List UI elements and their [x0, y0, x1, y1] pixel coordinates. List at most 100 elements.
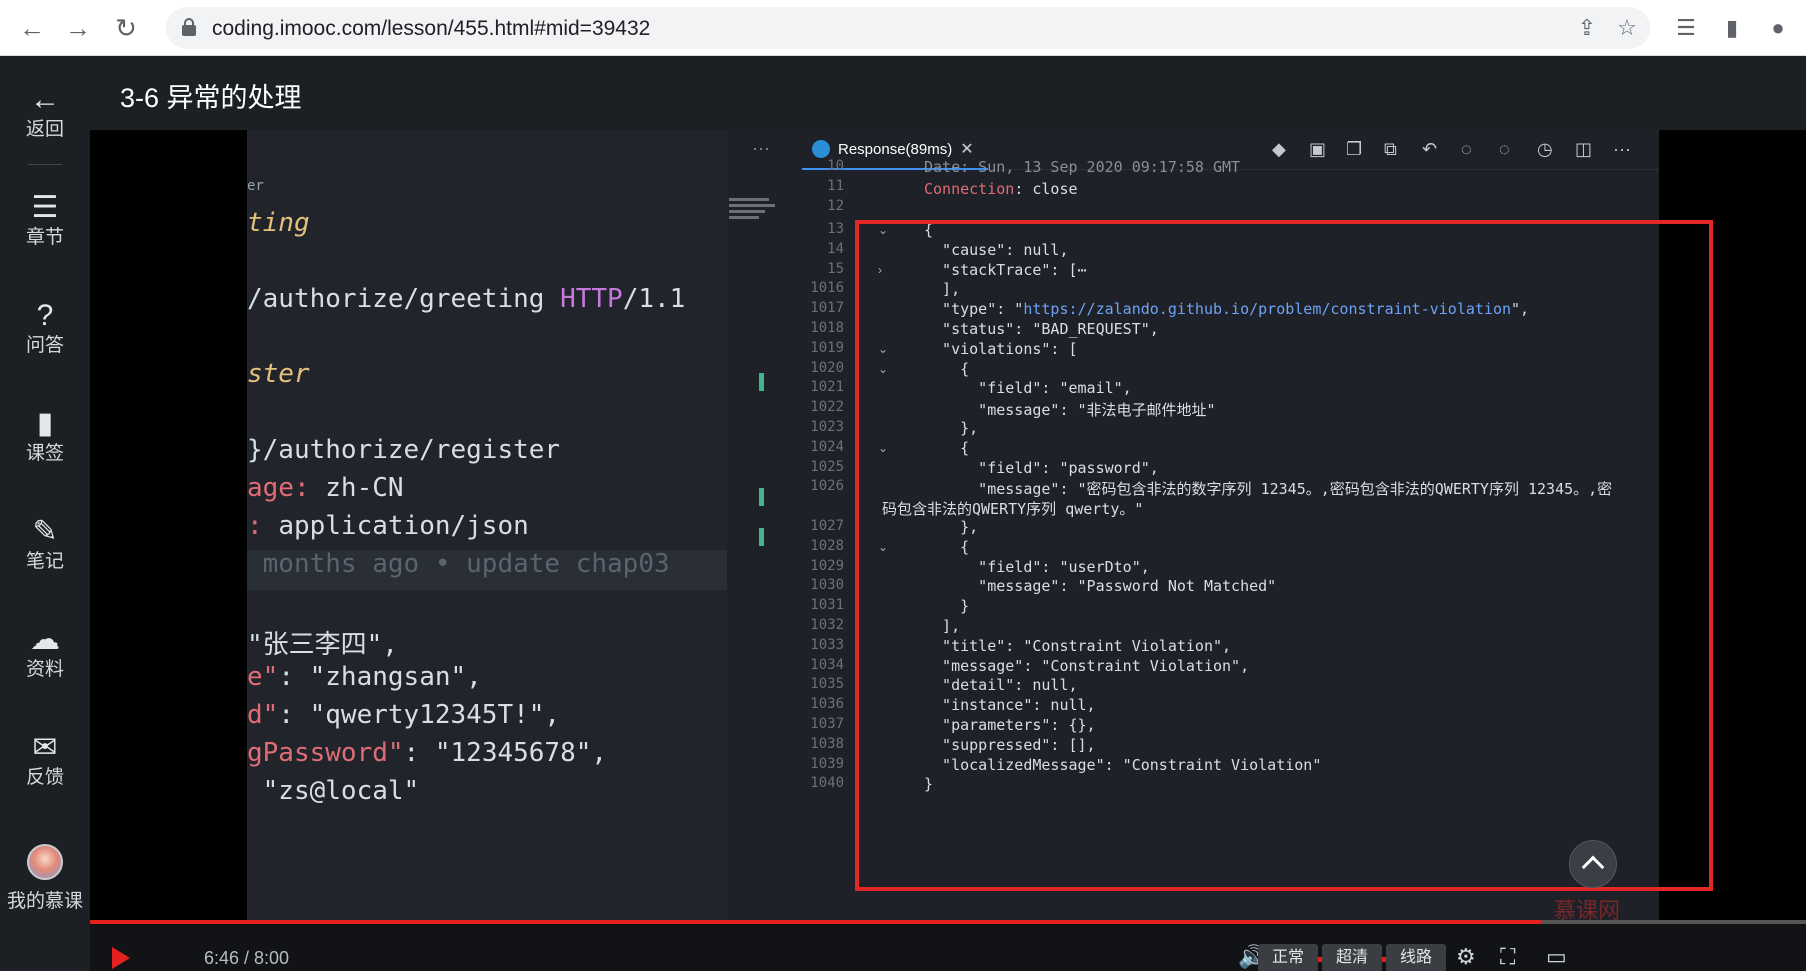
- rest-client-icon: [812, 140, 830, 158]
- scroll-to-top-button[interactable]: [1569, 840, 1617, 888]
- timeline-icon[interactable]: ◷: [1537, 139, 1553, 160]
- code-line: "张三李四",: [247, 630, 398, 660]
- settings-icon[interactable]: ⚙: [1456, 944, 1476, 970]
- back-arrow-icon: ←: [30, 83, 60, 116]
- save-icon[interactable]: ▣: [1309, 139, 1326, 160]
- line-number: 10: [827, 158, 844, 174]
- previous-change-icon[interactable]: ◌: [1461, 139, 1472, 160]
- code-line: /authorize/greeting HTTP/1.1: [247, 284, 685, 314]
- fullscreen-icon[interactable]: ⛶: [1500, 944, 1515, 970]
- code-token: HTTP: [560, 284, 623, 314]
- sidebar-item-back[interactable]: ← 返回: [0, 82, 90, 142]
- sidebar-item-label: 章节: [25, 227, 64, 248]
- code-token: zh-CN: [325, 473, 404, 503]
- bookmark-star-icon[interactable]: ☆: [1614, 15, 1640, 41]
- line-number: 1040: [810, 775, 844, 792]
- header-value: : close: [1014, 180, 1078, 198]
- line-number: 1022: [810, 399, 844, 416]
- git-change-marker: [759, 528, 764, 546]
- line-button[interactable]: 线路: [1386, 944, 1447, 971]
- line-number: 1021: [810, 379, 844, 396]
- close-icon[interactable]: ✕: [960, 139, 973, 159]
- pencil-icon: ✎: [32, 515, 58, 548]
- header-line: Date: Sun, 13 Sep 2020 09:17:58 GMT: [924, 158, 1241, 176]
- speed-button[interactable]: 正常: [1258, 944, 1319, 971]
- line-number: 12: [827, 198, 844, 214]
- lesson-title: 3-6 异常的处理: [120, 83, 302, 113]
- code-token: /1.1: [622, 284, 686, 314]
- sidebar-item-label: 课签: [25, 443, 64, 464]
- url-text[interactable]: coding.imooc.com/lesson/455.html#mid=394…: [212, 17, 650, 41]
- code-token: : "qwerty12345T!",: [278, 700, 561, 730]
- minimap-line: [729, 216, 759, 219]
- copy-icon[interactable]: ⧉: [1384, 139, 1397, 160]
- line-number: 1023: [810, 419, 844, 435]
- line-number: 1039: [810, 755, 844, 772]
- sidebar-item-bookmarks[interactable]: ▮ 课签: [0, 406, 90, 466]
- code-token: application/json: [278, 511, 529, 541]
- tab-label: Response(89ms): [838, 140, 953, 158]
- minimap-line: [729, 198, 769, 201]
- git-compare-icon[interactable]: ◆: [1272, 139, 1286, 160]
- course-sidebar: ← 返回 ☰ 章节 ? 问答 ▮ 课签 ✎ 笔记 ☁ 资料 ✉ 反馈 我的慕课: [0, 56, 90, 971]
- share-icon[interactable]: ⇪: [1574, 15, 1600, 41]
- line-number: 1031: [810, 597, 844, 614]
- forward-icon[interactable]: →: [62, 12, 94, 44]
- annotation-highlight-box: [855, 220, 1713, 891]
- code-line: : application/json: [247, 511, 529, 541]
- sidebar-item-feedback[interactable]: ✉ 反馈: [0, 730, 90, 790]
- sidebar-item-label: 返回: [25, 119, 64, 140]
- line-number: 1025: [810, 458, 844, 475]
- line-number: 1024: [810, 438, 844, 455]
- git-blame-annotation: months ago • update chap03: [247, 549, 670, 579]
- code-line: gPassword": "12345678",: [247, 738, 607, 768]
- reading-list-icon[interactable]: ☰: [1670, 12, 1702, 44]
- line-number: 13: [827, 221, 844, 237]
- bookmark-icon: ▮: [36, 407, 54, 440]
- sidebar-item-notes[interactable]: ✎ 笔记: [0, 514, 90, 574]
- back-icon[interactable]: ←: [16, 12, 48, 44]
- next-change-icon[interactable]: ◌: [1499, 139, 1510, 160]
- git-change-marker: [759, 373, 764, 391]
- save-all-icon[interactable]: ❐: [1346, 139, 1362, 160]
- sidebar-item-materials[interactable]: ☁ 资料: [0, 622, 90, 682]
- code-token: :: [247, 511, 279, 541]
- line-number: 1038: [810, 735, 844, 752]
- list-icon: ☰: [31, 191, 59, 224]
- theater-mode-icon[interactable]: ▭: [1546, 944, 1567, 970]
- line-number: 1035: [810, 676, 844, 693]
- sidebar-item-qa[interactable]: ? 问答: [0, 298, 90, 358]
- code-line: ting: [247, 208, 310, 238]
- more-actions-icon[interactable]: ···: [752, 138, 770, 159]
- line-number: 1037: [810, 716, 844, 732]
- lock-icon[interactable]: [182, 18, 196, 36]
- request-editor-pane: er ting /authorize/greeting HTTP/1.1 ste…: [247, 130, 727, 920]
- code-line: "zs@local": [247, 776, 420, 806]
- code-token: e": [247, 662, 279, 692]
- side-panel-icon[interactable]: ▮: [1716, 12, 1748, 44]
- profile-icon[interactable]: ●: [1762, 12, 1794, 44]
- quality-button[interactable]: 超清: [1322, 944, 1383, 971]
- line-number: 15: [827, 260, 844, 277]
- play-icon[interactable]: [112, 947, 130, 969]
- cloud-download-icon: ☁: [30, 623, 60, 656]
- code-token: d": [247, 700, 279, 730]
- address-bar[interactable]: coding.imooc.com/lesson/455.html#mid=394…: [166, 7, 1650, 49]
- line-number: 1034: [810, 656, 844, 673]
- code-line: }/authorize/register: [247, 435, 561, 465]
- code-line: e": "zhangsan",: [247, 662, 482, 692]
- line-number: 1016: [810, 280, 844, 297]
- line-number: 1019: [810, 339, 844, 356]
- more-actions-icon[interactable]: ···: [1613, 139, 1631, 160]
- browser-toolbar: ← → ↻ coding.imooc.com/lesson/455.html#m…: [0, 0, 1806, 56]
- sidebar-item-my-imooc[interactable]: 我的慕课: [0, 844, 90, 914]
- line-number: 1018: [810, 320, 844, 336]
- code-line: ster: [247, 359, 310, 389]
- sidebar-item-chapters[interactable]: ☰ 章节: [0, 190, 90, 250]
- split-editor-icon[interactable]: ◫: [1575, 139, 1592, 160]
- reload-icon[interactable]: ↻: [110, 12, 142, 44]
- code-token: age:: [247, 473, 326, 503]
- line-number: 1036: [810, 696, 844, 713]
- code-line: er: [247, 178, 264, 194]
- revert-icon[interactable]: ↶: [1422, 139, 1437, 160]
